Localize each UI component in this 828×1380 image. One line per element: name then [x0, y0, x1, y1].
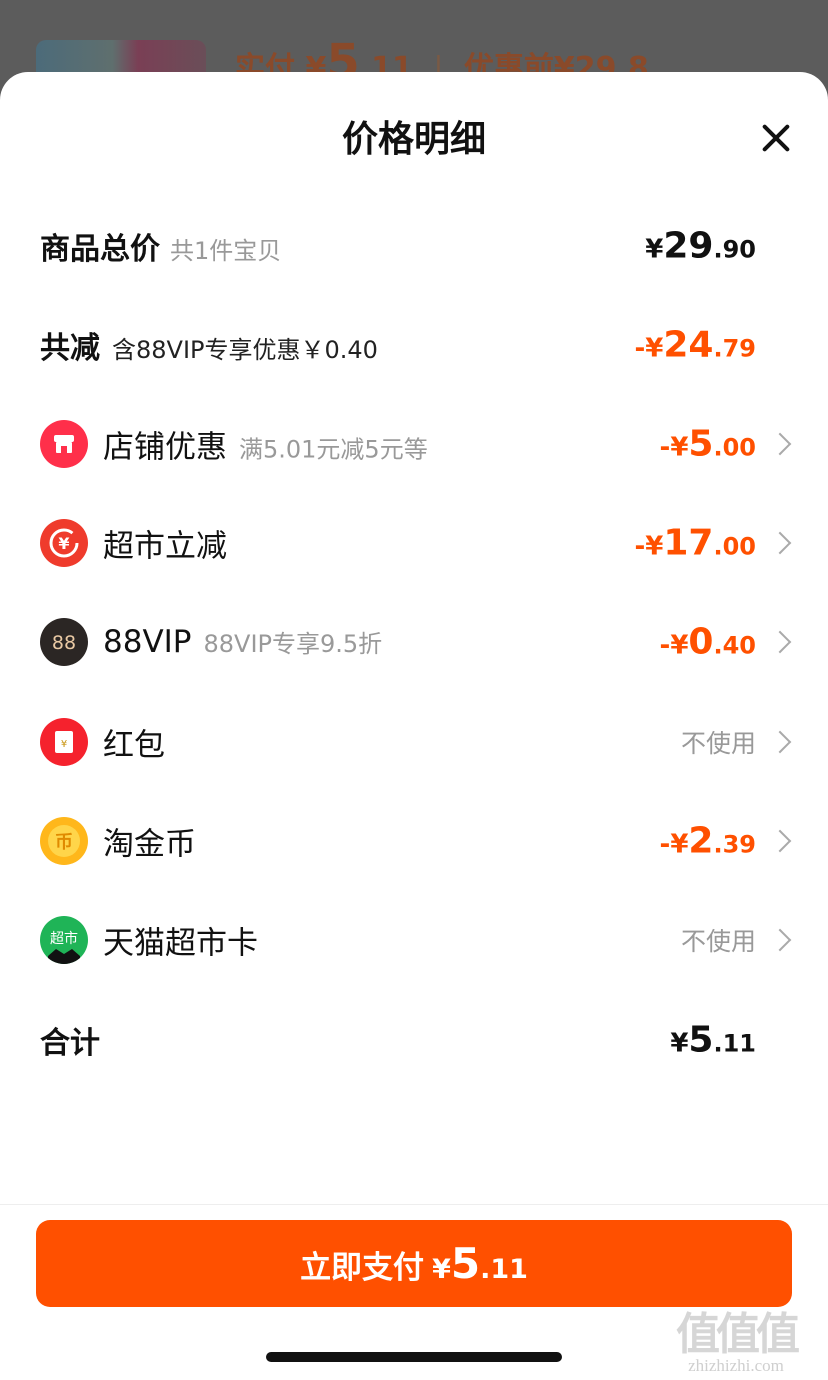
- vip-discount-amount: -¥0.40: [659, 621, 756, 663]
- row-supermarket-card[interactable]: 超市 天猫超市卡 不使用: [0, 910, 828, 970]
- discount-label: 共减: [40, 331, 100, 366]
- goods-total-label: 商品总价: [40, 232, 160, 267]
- goods-total-amount: ¥29.90: [645, 225, 756, 267]
- chevron-right-icon: [768, 531, 792, 555]
- vip-label: 88VIP: [103, 624, 192, 660]
- vip-rule: 88VIP专享9.5折: [203, 630, 383, 658]
- grand-total-amount: ¥5.11: [670, 1019, 756, 1061]
- pay-now-button[interactable]: 立即支付 ¥5.11: [36, 1220, 792, 1307]
- chevron-right-icon: [768, 928, 792, 952]
- chevron-right-icon: [768, 730, 792, 754]
- background-product-row: 实付 ¥5.11 | 优惠前¥29.8: [0, 0, 828, 90]
- yuan-refund-icon: ¥: [40, 519, 88, 567]
- red-packet-status: 不使用: [680, 729, 756, 758]
- row-total-discount: 共减 含88VIP专享优惠￥0.40 -¥24.79: [0, 315, 828, 375]
- red-packet-icon: ¥: [40, 718, 88, 766]
- discount-amount: -¥24.79: [634, 324, 756, 366]
- red-packet-label: 红包: [103, 727, 165, 764]
- store-icon: [40, 420, 88, 468]
- gold-coin-icon: 币: [40, 817, 88, 865]
- footer-divider: [0, 1204, 828, 1205]
- supermarket-card-icon: 超市: [40, 916, 88, 964]
- store-discount-label: 店铺优惠: [103, 429, 227, 466]
- gold-coin-label: 淘金币: [103, 826, 196, 863]
- supermarket-discount-label: 超市立减: [103, 528, 227, 565]
- chevron-right-icon: [768, 630, 792, 654]
- row-88vip[interactable]: 88 88VIP 88VIP专享9.5折 -¥0.40: [0, 612, 828, 672]
- watermark: 值值值 zhizhizhi.com: [676, 1310, 800, 1375]
- grand-total-label: 合计: [40, 1026, 100, 1061]
- row-red-packet[interactable]: ¥ 红包 不使用: [0, 712, 828, 772]
- svg-text:¥: ¥: [58, 534, 69, 553]
- vip88-icon: 88: [40, 618, 88, 666]
- row-store-discount[interactable]: 店铺优惠 满5.01元减5元等 -¥5.00: [0, 414, 828, 474]
- discount-note: 含88VIP专享优惠￥0.40: [112, 336, 378, 364]
- store-discount-rule: 满5.01元减5元等: [239, 435, 428, 464]
- svg-text:88: 88: [52, 632, 76, 654]
- row-grand-total: 合计 ¥5.11: [0, 1010, 828, 1070]
- svg-text:超市: 超市: [50, 930, 78, 947]
- svg-text:¥: ¥: [61, 739, 67, 750]
- svg-text:币: 币: [55, 832, 73, 853]
- store-discount-amount: -¥5.00: [659, 423, 756, 465]
- chevron-right-icon: [768, 829, 792, 853]
- sheet-title: 价格明细: [341, 119, 486, 160]
- price-detail-sheet: 价格明细 商品总价 共1件宝贝 ¥29.90 共减 含88VIP专享优惠￥0.40 …: [0, 72, 828, 1380]
- row-supermarket-discount[interactable]: ¥ 超市立减 -¥17.00: [0, 513, 828, 573]
- gold-coin-amount: -¥2.39: [659, 820, 756, 862]
- chevron-right-icon: [768, 432, 792, 456]
- supermarket-discount-amount: -¥17.00: [634, 522, 756, 564]
- home-indicator: [266, 1352, 562, 1362]
- supermarket-card-label: 天猫超市卡: [103, 925, 258, 962]
- supermarket-card-status: 不使用: [680, 927, 756, 956]
- goods-count: 共1件宝贝: [170, 237, 282, 265]
- row-gold-coin[interactable]: 币 淘金币 -¥2.39: [0, 811, 828, 871]
- row-goods-total: 商品总价 共1件宝贝 ¥29.90: [0, 216, 828, 276]
- close-icon[interactable]: [752, 116, 800, 164]
